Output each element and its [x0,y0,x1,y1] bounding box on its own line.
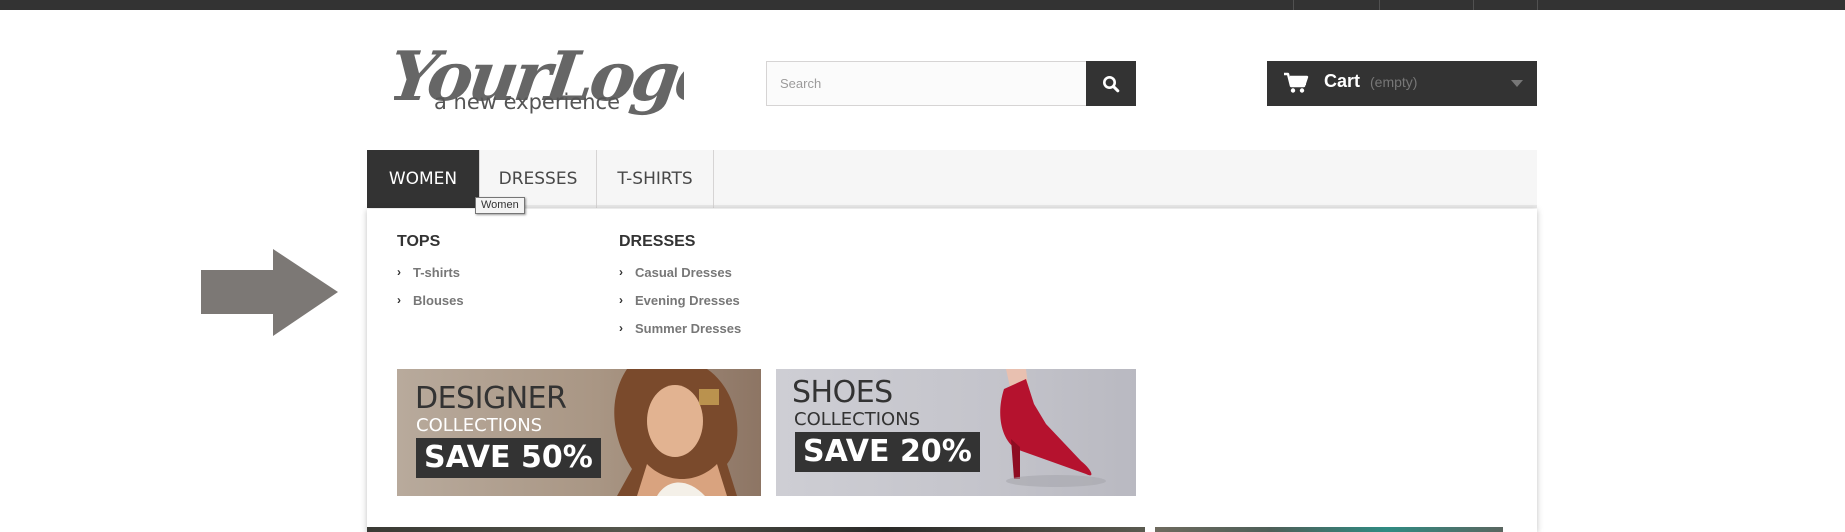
chevron-right-icon: › [619,321,623,335]
designer-collections-banner[interactable]: DESIGNER COLLECTIONS SAVE 50% [397,369,761,496]
cart-status: (empty) [1370,74,1418,90]
search-input[interactable] [766,61,1086,106]
menu-link-blouses[interactable]: › Blouses [397,293,464,321]
red-heel-photo [1000,369,1106,487]
top-bar-divider [1473,0,1474,10]
banner-title: DESIGNER [415,381,567,416]
column-heading[interactable]: DRESSES [619,233,741,251]
search-bar [766,61,1136,106]
logo-tagline: a new experience [434,90,620,114]
top-bar-divider [1537,0,1538,10]
banner-subtitle: COLLECTIONS [794,409,921,430]
menu-link-evening-dresses[interactable]: › Evening Dresses [619,293,741,321]
top-bar-divider [1293,0,1294,10]
banner-title: SHOES [792,375,893,410]
main-menu: WOMEN DRESSES T-SHIRTS [367,150,1537,208]
chevron-right-icon: › [397,265,401,279]
banner-offer: SAVE 20% [795,432,980,472]
women-mega-menu: TOPS › T-shirts › Blouses DRESSES › Casual … [367,209,1537,532]
chevron-right-icon: › [619,265,623,279]
search-icon [1103,75,1120,92]
menu-link-casual-dresses[interactable]: › Casual Dresses [619,265,741,293]
tooltip: Women [475,197,525,214]
cart-icon [1284,72,1309,93]
chevron-right-icon: › [619,293,623,307]
tab-women[interactable]: WOMEN [367,150,480,208]
chevron-right-icon: › [397,293,401,307]
menu-link-label: Casual Dresses [635,265,732,280]
menu-link-label: T-shirts [413,265,460,280]
search-button[interactable] [1086,61,1136,106]
menu-column-dresses: DRESSES › Casual Dresses › Evening Dresses… [619,233,741,349]
menu-link-t-shirts[interactable]: › T-shirts [397,265,464,293]
chevron-down-icon[interactable] [1511,80,1523,87]
arrow-right-icon [201,249,338,336]
top-bar-divider [1379,0,1380,10]
site-logo[interactable]: YourLogo a new experience [384,30,725,120]
slider-image-preview [367,527,1145,532]
menu-link-label: Blouses [413,293,464,308]
banner-offer: SAVE 50% [416,438,601,478]
top-bar [0,0,1845,10]
menu-link-summer-dresses[interactable]: › Summer Dresses [619,321,741,349]
menu-link-label: Evening Dresses [635,293,740,308]
shoes-collections-banner[interactable]: SHOES COLLECTIONS SAVE 20% [776,369,1136,496]
slider-image-preview [1155,527,1503,532]
tab-t-shirts[interactable]: T-SHIRTS [597,150,714,208]
menu-column-tops: TOPS › T-shirts › Blouses [397,233,464,321]
column-heading[interactable]: TOPS [397,233,464,251]
banner-subtitle: COLLECTIONS [416,415,543,436]
menu-link-label: Summer Dresses [635,321,742,336]
logo-graphic: YourLogo a new experience [384,37,725,117]
cart-button[interactable]: Cart (empty) [1267,61,1537,106]
cart-label: Cart [1324,71,1361,91]
model-photo [614,369,738,496]
